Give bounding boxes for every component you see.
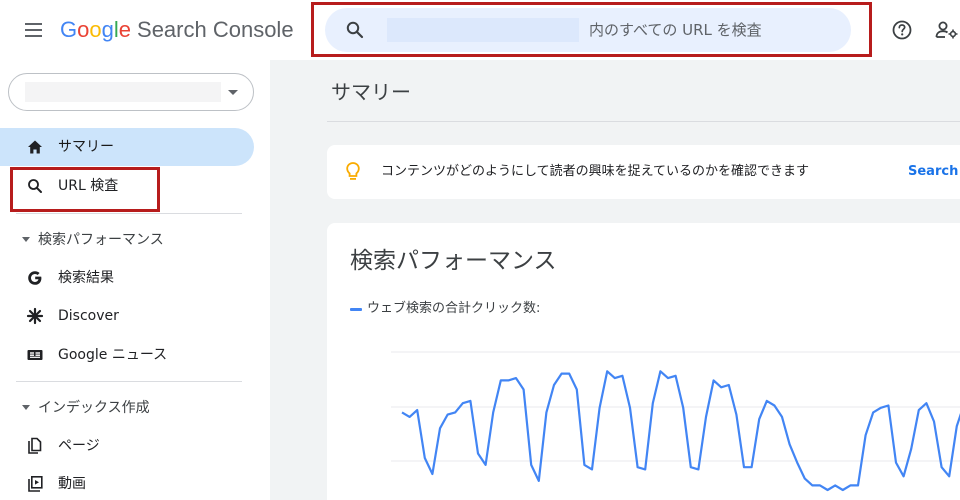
sidebar-item-label: 動画: [58, 476, 86, 492]
sidebar-item-label: サマリー: [58, 139, 114, 155]
home-icon: [28, 140, 42, 154]
nav-divider: [16, 213, 242, 214]
lightbulb-icon: [346, 162, 360, 180]
section-performance[interactable]: 検索パフォーマンス: [0, 224, 254, 256]
product-name: Search Console: [137, 17, 294, 42]
video-icon: [28, 475, 43, 492]
chevron-down-icon: [228, 90, 238, 95]
top-app-bar: Google Search Console 内のすべての URL を検査: [0, 0, 960, 60]
sidebar-item-google-news[interactable]: Google ニュース: [0, 336, 254, 374]
sidebar-item-label: Google ニュース: [58, 347, 168, 363]
search-highlight-box: [311, 2, 872, 57]
help-icon[interactable]: [891, 19, 913, 41]
sidebar-item-discover[interactable]: Discover: [0, 297, 254, 335]
user-settings-icon[interactable]: [935, 19, 960, 41]
clicks-line-chart[interactable]: [327, 223, 960, 500]
page-title: サマリー: [331, 80, 411, 104]
sidebar-nav: サマリー URL 検査 検索パフォーマンス 検索結果 Discover Goog…: [0, 60, 270, 500]
sidebar-item-label: 検索結果: [58, 270, 114, 286]
sidebar-item-summary[interactable]: サマリー: [0, 128, 254, 166]
section-indexing[interactable]: インデックス作成: [0, 392, 254, 424]
collapse-arrow-icon: [22, 237, 30, 242]
redacted-property-name: [25, 82, 221, 102]
google-search-console-logo[interactable]: Google Search Console: [60, 14, 294, 46]
title-divider: [327, 121, 960, 122]
property-selector[interactable]: [8, 73, 254, 111]
clicks-series-line[interactable]: [401, 370, 960, 492]
google-g-icon: [28, 271, 42, 285]
asterisk-icon: [26, 307, 44, 325]
sidebar-item-pages[interactable]: ページ: [0, 427, 254, 465]
sidebar-item-label: ページ: [58, 438, 100, 454]
sidebar-item-video[interactable]: 動画: [0, 465, 254, 500]
performance-card[interactable]: 検索パフォーマンス ウェブ検索の合計クリック数:: [327, 223, 960, 500]
tip-banner: コンテンツがどのようにして読者の興味を捉えているのかを確認できます Search…: [327, 145, 960, 199]
pages-icon: [28, 437, 42, 454]
url-inspection-highlight-box: [10, 167, 160, 212]
sidebar-item-label: Discover: [58, 308, 119, 324]
hamburger-menu-icon[interactable]: [24, 20, 44, 40]
sidebar-item-search-results[interactable]: 検索結果: [0, 259, 254, 297]
section-label: インデックス作成: [38, 400, 150, 416]
news-icon: [27, 350, 43, 360]
nav-divider: [16, 381, 242, 382]
section-label: 検索パフォーマンス: [38, 232, 164, 248]
tip-message: コンテンツがどのようにして読者の興味を捉えているのかを確認できます: [381, 164, 809, 179]
search-console-app: Google Search Console 内のすべての URL を検査 サマリ…: [0, 0, 960, 500]
collapse-arrow-icon: [22, 405, 30, 410]
search-console-link[interactable]: Search C: [908, 145, 960, 199]
